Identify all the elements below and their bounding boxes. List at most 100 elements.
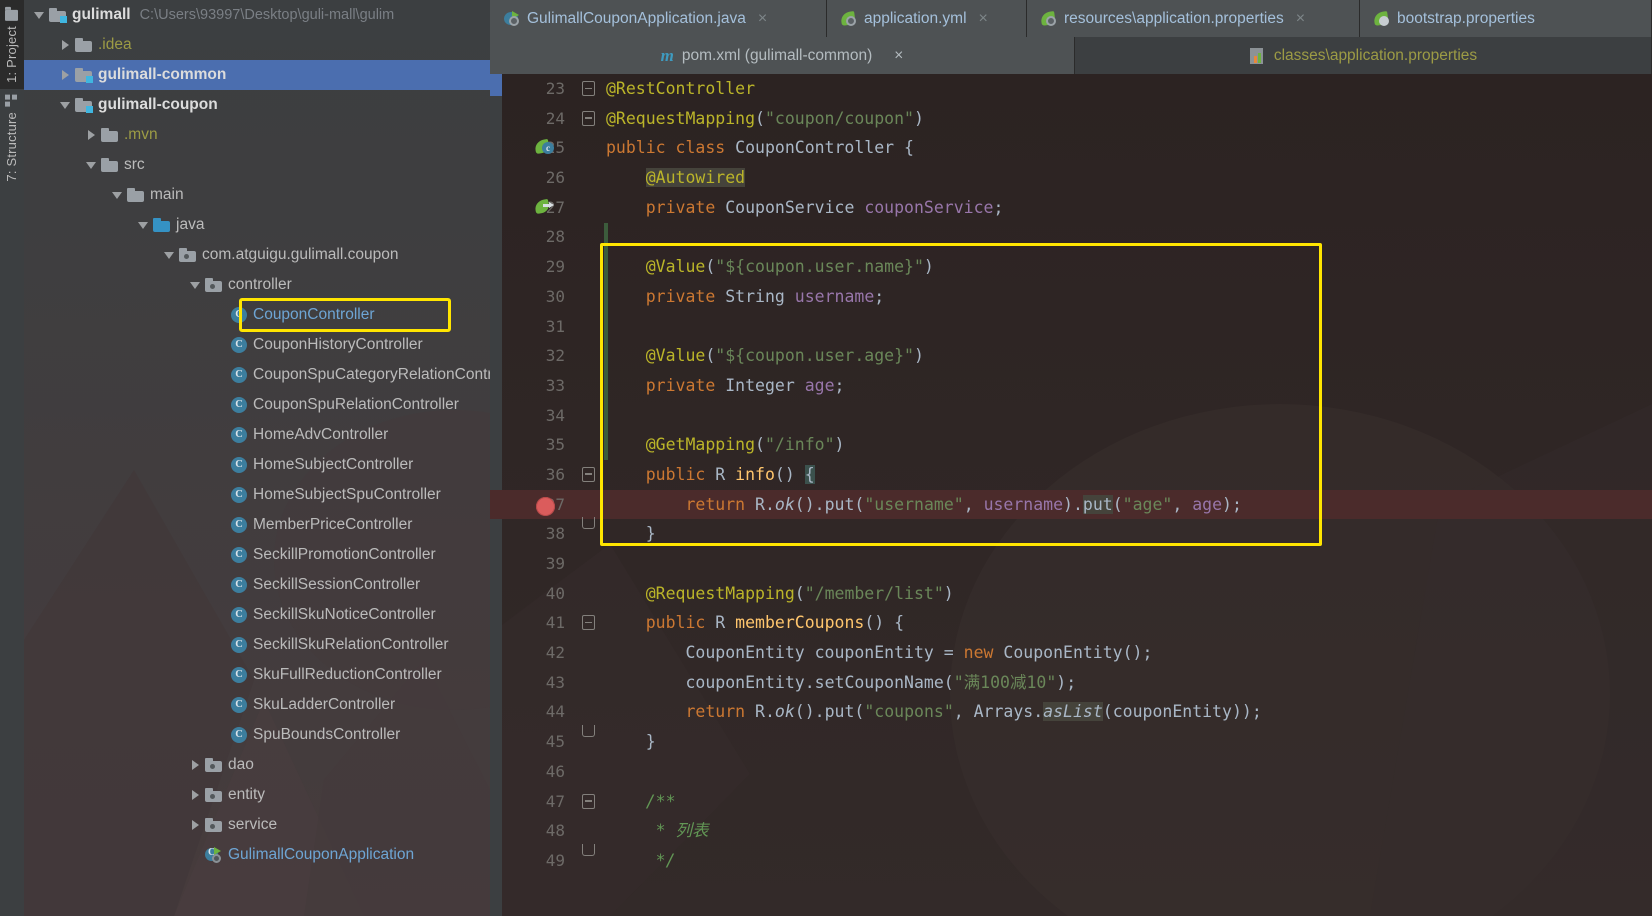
code-line[interactable]: 24 @RequestMapping("coupon/coupon"): [490, 104, 1652, 134]
tree-item-spuboundscontroller[interactable]: C SpuBoundsController: [24, 720, 490, 750]
line-number-gutter[interactable]: 48: [490, 816, 574, 846]
code-folding-gutter[interactable]: [574, 430, 602, 460]
line-number-gutter[interactable]: 41: [490, 608, 574, 638]
code-folding-gutter[interactable]: [574, 252, 602, 282]
code-folding-gutter[interactable]: [574, 757, 602, 787]
tree-item-memberpricecontroller[interactable]: C MemberPriceController: [24, 510, 490, 540]
line-number-gutter[interactable]: 26: [490, 163, 574, 193]
spring-autowire-gutter-icon[interactable]: [533, 198, 554, 217]
spring-bean-gutter-icon[interactable]: c: [533, 138, 554, 157]
editor-tab-bar-row-2[interactable]: m pom.xml (gulimall-common) × classes\appli…: [490, 37, 1652, 74]
tree-item-com-atguigu-gulimall-coupon[interactable]: com.atguigu.gulimall.coupon: [24, 240, 490, 270]
editor-tab-classes-application-properties[interactable]: classes\application.properties: [1075, 37, 1652, 74]
tree-item-mvn[interactable]: .mvn: [24, 120, 490, 150]
chevron-down-icon[interactable]: [112, 190, 123, 201]
close-icon[interactable]: ×: [979, 10, 988, 28]
line-number-gutter[interactable]: 24: [490, 104, 574, 134]
tree-item-couponspucategoryrelationcontroller[interactable]: C CouponSpuCategoryRelationController: [24, 360, 490, 390]
line-number-gutter[interactable]: 38: [490, 519, 574, 549]
breakpoint-icon[interactable]: [536, 496, 555, 516]
line-number-gutter[interactable]: 31: [490, 312, 574, 342]
code-folding-gutter[interactable]: [574, 163, 602, 193]
code-folding-gutter[interactable]: [574, 401, 602, 431]
tree-item-src[interactable]: src: [24, 150, 490, 180]
tree-item-dao[interactable]: dao: [24, 750, 490, 780]
tree-item-homesubjectspucontroller[interactable]: C HomeSubjectSpuController: [24, 480, 490, 510]
code-line[interactable]: 36 public R info() {: [490, 460, 1652, 490]
code-line[interactable]: 34: [490, 401, 1652, 431]
code-line[interactable]: 44 return R.ok().put("coupons", Arrays.a…: [490, 697, 1652, 727]
tree-item-seckillskurelationcontroller[interactable]: C SeckillSkuRelationController: [24, 630, 490, 660]
code-line[interactable]: 32 @Value("${coupon.user.age}"): [490, 341, 1652, 371]
code-folding-gutter[interactable]: [574, 787, 602, 817]
code-line[interactable]: 49 */: [490, 843, 1652, 876]
code-folding-gutter[interactable]: [574, 608, 602, 638]
project-tree[interactable]: gulimall C:\Users\93997\Desktop\guli-mall…: [24, 0, 490, 870]
code-line[interactable]: 31: [490, 312, 1652, 342]
code-folding-gutter[interactable]: [574, 517, 602, 549]
tree-item-idea[interactable]: .idea: [24, 30, 490, 60]
line-number-gutter[interactable]: 30: [490, 282, 574, 312]
code-line[interactable]: 48 * 列表: [490, 816, 1652, 846]
tree-item-homeadvcontroller[interactable]: C HomeAdvController: [24, 420, 490, 450]
line-number-gutter[interactable]: 34: [490, 401, 574, 431]
line-number-gutter[interactable]: 49: [490, 846, 574, 876]
code-line[interactable]: 42 CouponEntity couponEntity = new Coupo…: [490, 638, 1652, 668]
code-line[interactable]: 41 public R memberCoupons() {: [490, 608, 1652, 638]
chevron-down-icon[interactable]: [34, 10, 45, 21]
code-line[interactable]: 38 }: [490, 517, 1652, 549]
code-folding-gutter[interactable]: [574, 104, 602, 134]
tree-item-service[interactable]: service: [24, 810, 490, 840]
code-line[interactable]: 30 private String username;: [490, 282, 1652, 312]
code-line[interactable]: 35 @GetMapping("/info"): [490, 430, 1652, 460]
code-folding-gutter[interactable]: [574, 549, 602, 579]
chevron-right-icon[interactable]: [60, 69, 71, 81]
code-folding-gutter[interactable]: [574, 668, 602, 698]
code-line[interactable]: 33 private Integer age;: [490, 371, 1652, 401]
line-number-gutter[interactable]: 35: [490, 430, 574, 460]
chevron-right-icon[interactable]: [190, 759, 201, 771]
tree-item-gulimall-common[interactable]: gulimall-common: [24, 60, 490, 90]
line-number-gutter[interactable]: 28: [490, 222, 574, 252]
close-icon[interactable]: ×: [1296, 10, 1305, 28]
code-folding-gutter[interactable]: [574, 816, 602, 846]
chevron-right-icon[interactable]: [190, 789, 201, 801]
editor-tab-bootstrap-properties[interactable]: bootstrap.properties: [1360, 0, 1652, 37]
chevron-right-icon[interactable]: [86, 129, 97, 141]
chevron-down-icon[interactable]: [60, 100, 71, 111]
line-number-gutter[interactable]: 46: [490, 757, 574, 787]
line-number-gutter[interactable]: 25 c: [490, 133, 574, 163]
chevron-down-icon[interactable]: [86, 160, 97, 171]
code-folding-gutter[interactable]: [574, 490, 602, 520]
code-folding-gutter[interactable]: [574, 312, 602, 342]
tree-item-seckillskunoticecontroller[interactable]: C SeckillSkuNoticeController: [24, 600, 490, 630]
code-folding-gutter[interactable]: [574, 460, 602, 490]
tree-item-java[interactable]: java: [24, 210, 490, 240]
project-tool-window[interactable]: gulimall C:\Users\93997\Desktop\guli-mall…: [24, 0, 490, 916]
line-number-gutter[interactable]: 45: [490, 727, 574, 757]
code-folding-gutter[interactable]: [574, 371, 602, 401]
tree-item-couponcontroller[interactable]: C CouponController: [24, 300, 490, 330]
editor-tab-bar-row-1[interactable]: GulimallCouponApplication.java × applicati…: [490, 0, 1652, 37]
line-number-gutter[interactable]: 42: [490, 638, 574, 668]
tree-item-controller[interactable]: controller: [24, 270, 490, 300]
chevron-down-icon[interactable]: [138, 220, 149, 231]
line-number-gutter[interactable]: 40: [490, 579, 574, 609]
line-number-gutter[interactable]: 29: [490, 252, 574, 282]
editor-tab-gulimallcouponapplication-java[interactable]: GulimallCouponApplication.java ×: [490, 0, 827, 37]
chevron-right-icon[interactable]: [60, 39, 71, 51]
code-line[interactable]: 43 couponEntity.setCouponName("满100减10")…: [490, 668, 1652, 698]
tree-item-couponspurelationcontroller[interactable]: C CouponSpuRelationController: [24, 390, 490, 420]
line-number-gutter[interactable]: 33: [490, 371, 574, 401]
code-folding-gutter[interactable]: [574, 74, 602, 104]
line-number-gutter[interactable]: 43: [490, 668, 574, 698]
tree-item-skufullreductioncontroller[interactable]: C SkuFullReductionController: [24, 660, 490, 690]
code-line[interactable]: 25 c public class CouponController {: [490, 133, 1652, 163]
line-number-gutter[interactable]: 32: [490, 341, 574, 371]
tree-item-skuladdercontroller[interactable]: C SkuLadderController: [24, 690, 490, 720]
tree-item-gulimallcouponapplication[interactable]: GulimallCouponApplication: [24, 840, 490, 870]
tool-window-project-button[interactable]: 1: Project: [0, 0, 24, 89]
code-line[interactable]: 27 private CouponService couponService;: [490, 193, 1652, 223]
editor-tab-application-yml[interactable]: application.yml ×: [827, 0, 1027, 37]
line-number-gutter[interactable]: 39: [490, 549, 574, 579]
